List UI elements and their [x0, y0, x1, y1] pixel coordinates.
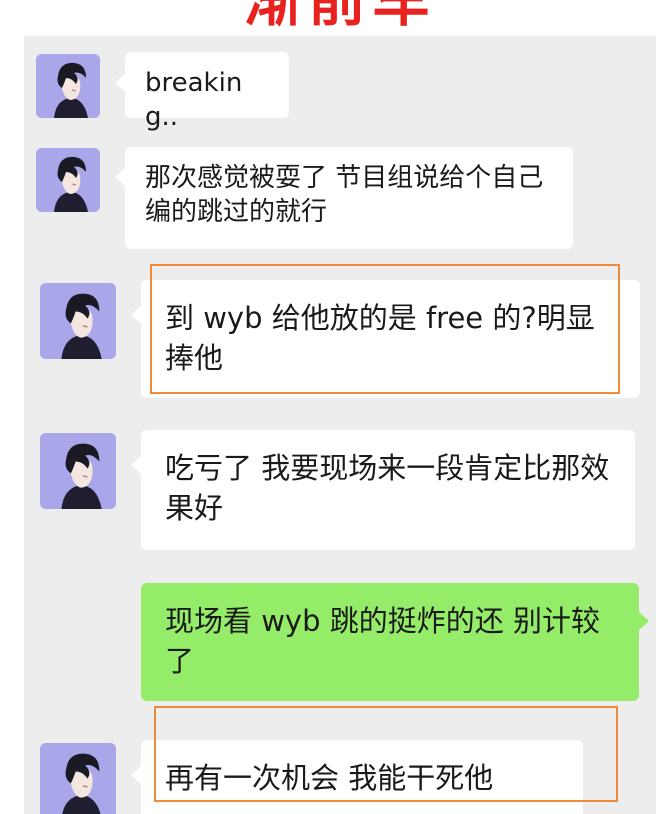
illustrated-man-profile-icon [36, 148, 100, 212]
message-bubble[interactable]: breaking.. [125, 52, 289, 132]
illustrated-man-profile-icon [40, 433, 116, 509]
message-bubble[interactable]: 现场看 wyb 跳的挺炸的还 别计较了 [141, 583, 639, 701]
message-bubble[interactable]: 吃亏了 我要现场来一段肯定比那效果好 [141, 430, 635, 550]
bubble-tail [115, 168, 125, 186]
bubble-tail [115, 74, 125, 92]
title-strip: 渐前车 [24, 0, 656, 36]
page-title: 渐前车 [243, 0, 436, 34]
bubble-tail [131, 766, 141, 784]
avatar[interactable] [40, 743, 116, 814]
bubble-tail [639, 612, 649, 630]
illustrated-man-profile-icon [40, 283, 116, 359]
message-bubble[interactable]: 再有一次机会 我能干死他 [141, 740, 583, 814]
avatar[interactable] [36, 54, 100, 118]
illustrated-man-profile-icon [36, 54, 100, 118]
bubble-tail [131, 456, 141, 474]
message-bubble[interactable]: 到 wyb 给他放的是 free 的?明显捧他 [141, 280, 640, 398]
message-bubble[interactable]: 那次感觉被耍了 节目组说给个自己编的跳过的就行 [125, 147, 573, 249]
avatar[interactable] [36, 148, 100, 212]
avatar[interactable] [40, 433, 116, 509]
bubble-tail [131, 306, 141, 324]
avatar[interactable] [40, 283, 116, 359]
chat-panel: 渐前车 breaking.. 那次感觉被耍了 节目组说给个自己编的跳过的就行 到… [24, 0, 656, 814]
illustrated-man-profile-icon [40, 743, 116, 814]
